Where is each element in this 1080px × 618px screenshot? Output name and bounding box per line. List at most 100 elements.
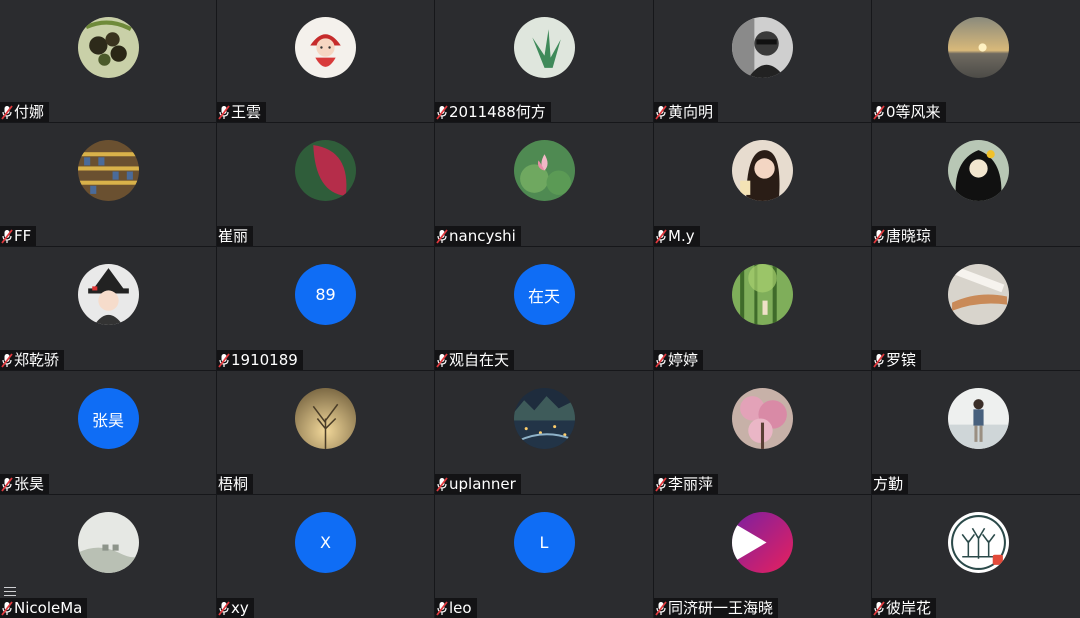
participant-name: 黄向明 xyxy=(668,103,714,121)
mic-muted-icon xyxy=(655,104,667,120)
participant-tile[interactable]: 崔丽 xyxy=(217,123,434,246)
participant-tile[interactable]: nancyshi xyxy=(435,123,653,246)
mic-muted-icon xyxy=(1,476,13,492)
participant-name: 付娜 xyxy=(14,103,45,121)
avatar xyxy=(732,17,793,78)
participant-tile[interactable]: Xxy xyxy=(217,495,434,618)
participant-tile[interactable]: 0等风来 xyxy=(872,0,1080,122)
participant-name-tag: 张昊 xyxy=(0,474,50,494)
avatar-initials: L xyxy=(513,512,575,573)
participant-tile[interactable]: M.y xyxy=(654,123,871,246)
mic-muted-icon xyxy=(873,352,885,368)
participant-tile[interactable]: 王雲 xyxy=(217,0,434,122)
participant-name: 观自在天 xyxy=(449,351,510,369)
avatar-initials: 89 xyxy=(295,264,356,325)
avatar-initials: 在天 xyxy=(513,264,575,325)
mic-muted-icon xyxy=(436,600,448,616)
participant-name-tag: 李丽萍 xyxy=(654,474,719,494)
participant-tile[interactable]: FF xyxy=(0,123,216,246)
participant-name-tag: uplanner xyxy=(435,474,521,494)
participant-name-tag: xy xyxy=(217,598,254,618)
participant-tile[interactable]: 同济研一王海晓 xyxy=(654,495,871,618)
mic-muted-icon xyxy=(218,104,230,120)
avatar xyxy=(77,512,139,573)
mic-muted-icon xyxy=(1,104,13,120)
mic-muted-icon xyxy=(1,600,13,616)
avatar xyxy=(947,388,1009,449)
avatar xyxy=(513,140,575,201)
participant-name: 1910189 xyxy=(231,351,298,369)
participant-name-tag: 黄向明 xyxy=(654,102,719,122)
participant-name-tag: 方勤 xyxy=(872,474,909,494)
participant-tile[interactable]: NicoleMa xyxy=(0,495,216,618)
participant-tile[interactable]: Lleo xyxy=(435,495,653,618)
participant-name-tag: FF xyxy=(0,226,37,246)
mic-muted-icon xyxy=(218,352,230,368)
participant-tile[interactable]: 黄向明 xyxy=(654,0,871,122)
participant-name-tag: leo xyxy=(435,598,477,618)
mic-muted-icon xyxy=(873,228,885,244)
avatar xyxy=(77,264,139,325)
participant-name: 2011488何方 xyxy=(449,103,546,121)
mic-muted-icon xyxy=(655,352,667,368)
participant-name-tag: 0等风来 xyxy=(872,102,946,122)
participant-name: M.y xyxy=(668,227,695,245)
participant-tile[interactable]: 在天观自在天 xyxy=(435,247,653,370)
avatar xyxy=(947,264,1009,325)
participant-name: 王雲 xyxy=(231,103,262,121)
participant-tile[interactable]: 付娜 xyxy=(0,0,216,122)
participant-name: 婷婷 xyxy=(668,351,699,369)
participant-name: 李丽萍 xyxy=(668,475,714,493)
avatar-initials: 张昊 xyxy=(77,388,139,449)
mic-muted-icon xyxy=(436,352,448,368)
avatar xyxy=(732,512,793,573)
participant-name-tag: 彼岸花 xyxy=(872,598,937,618)
participant-name-tag: 观自在天 xyxy=(435,350,515,370)
participant-tile[interactable]: 89 1910189 xyxy=(217,247,434,370)
participant-tile[interactable]: 方勤 xyxy=(872,371,1080,494)
participant-name: FF xyxy=(14,227,32,245)
mic-muted-icon xyxy=(1,228,13,244)
avatar xyxy=(77,140,139,201)
participant-tile[interactable]: 梧桐 xyxy=(217,371,434,494)
participant-name: nancyshi xyxy=(449,227,516,245)
list-menu-icon[interactable] xyxy=(4,587,16,596)
participant-tile[interactable]: uplanner xyxy=(435,371,653,494)
participant-name: 张昊 xyxy=(14,475,45,493)
participant-name-tag: 罗镔 xyxy=(872,350,922,370)
mic-muted-icon xyxy=(436,476,448,492)
avatar xyxy=(295,388,356,449)
avatar xyxy=(513,388,575,449)
participant-tile[interactable]: 婷婷 xyxy=(654,247,871,370)
avatar xyxy=(513,17,575,78)
participant-tile[interactable]: 张昊 张昊 xyxy=(0,371,216,494)
avatar xyxy=(947,140,1009,201)
participant-tile[interactable]: 彼岸花 xyxy=(872,495,1080,618)
participant-tile[interactable]: 唐晓琼 xyxy=(872,123,1080,246)
mic-muted-icon xyxy=(436,104,448,120)
participant-name: NicoleMa xyxy=(14,599,83,617)
avatar xyxy=(732,388,793,449)
participant-tile[interactable]: 罗镔 xyxy=(872,247,1080,370)
participant-name: 郑乾骄 xyxy=(14,351,60,369)
avatar xyxy=(295,17,356,78)
participant-tile[interactable]: 李丽萍 xyxy=(654,371,871,494)
participant-grid: 付娜 王雲 2011488何方 黄向明 0等风来 FF 崔丽 nancyshi M.y 唐晓琼郑乾… xyxy=(0,0,1080,618)
mic-muted-icon xyxy=(873,600,885,616)
participant-name: 唐晓琼 xyxy=(886,227,932,245)
mic-muted-icon xyxy=(436,228,448,244)
participant-name: leo xyxy=(449,599,472,617)
avatar xyxy=(732,264,793,325)
avatar xyxy=(947,512,1009,573)
participant-name: 0等风来 xyxy=(886,103,941,121)
mic-muted-icon xyxy=(655,476,667,492)
participant-name: 彼岸花 xyxy=(886,599,932,617)
participant-name: 同济研一王海晓 xyxy=(668,599,774,617)
participant-name-tag: 付娜 xyxy=(0,102,50,122)
participant-tile[interactable]: 2011488何方 xyxy=(435,0,653,122)
participant-tile[interactable]: 郑乾骄 xyxy=(0,247,216,370)
participant-name-tag: 王雲 xyxy=(217,102,267,122)
participant-name: 崔丽 xyxy=(218,227,249,245)
participant-name: 梧桐 xyxy=(218,475,249,493)
participant-name: 方勤 xyxy=(873,475,904,493)
